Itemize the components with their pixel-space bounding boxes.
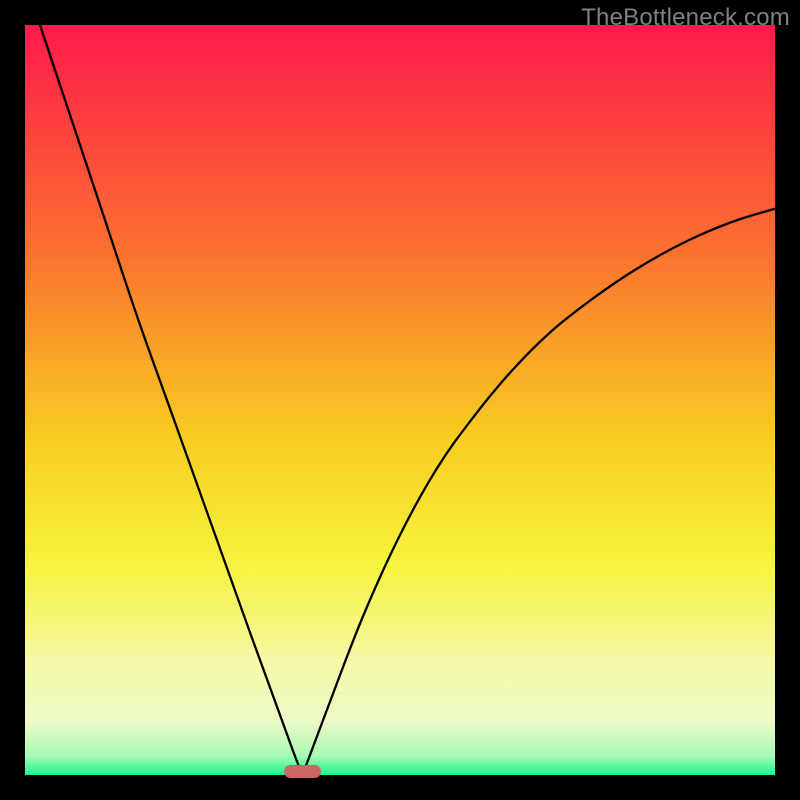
chart-svg (25, 25, 775, 775)
chart-background (25, 25, 775, 775)
minimum-marker (284, 765, 322, 779)
chart-frame (25, 25, 775, 775)
watermark-text: TheBottleneck.com (581, 4, 790, 32)
